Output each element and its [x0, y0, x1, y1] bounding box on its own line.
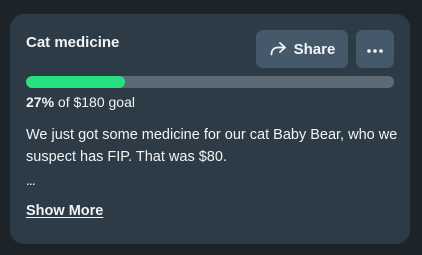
campaign-description: We just got some medicine for our cat Ba… — [26, 127, 398, 165]
campaign-card: Cat medicine Share 27% of $180 goal We j… — [10, 14, 410, 244]
share-arrow-icon — [269, 41, 287, 57]
progress-bar — [26, 76, 394, 88]
progress-percent: 27% — [26, 94, 55, 110]
share-button-label: Share — [293, 40, 336, 58]
campaign-title: Cat medicine — [26, 34, 120, 51]
goal-summary: 27% of $180 goal — [26, 94, 135, 110]
description-ellipsis: ... — [26, 172, 36, 188]
share-button[interactable]: Share — [256, 30, 348, 68]
more-options-button[interactable] — [356, 30, 394, 68]
more-horizontal-icon — [367, 40, 383, 58]
progress-bar-fill — [26, 76, 126, 88]
show-more-link[interactable]: Show More — [26, 203, 103, 219]
goal-amount: of $180 goal — [57, 94, 135, 110]
